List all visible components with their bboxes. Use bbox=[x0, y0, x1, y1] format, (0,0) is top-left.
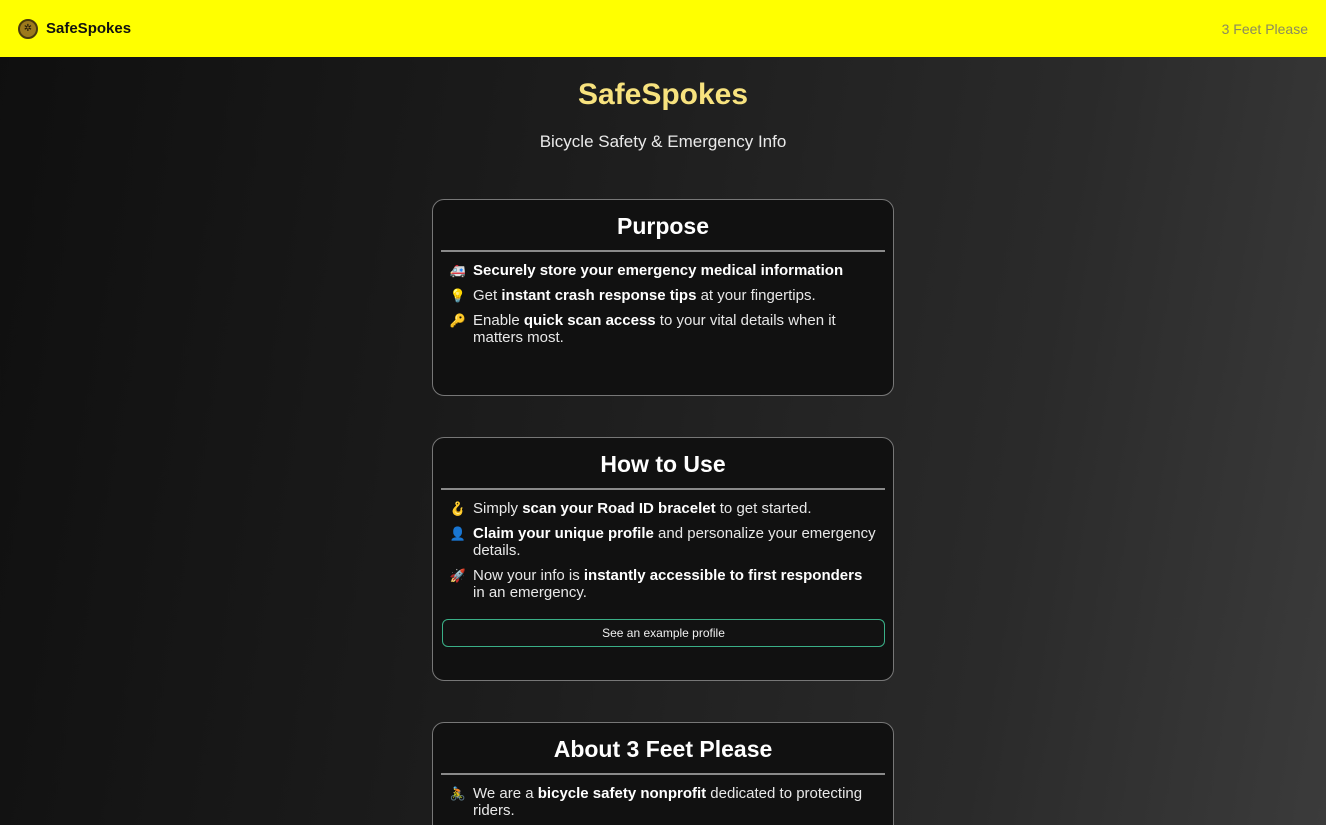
page-title: SafeSpokes bbox=[577, 78, 749, 111]
brand-link[interactable]: ✲ SafeSpokes bbox=[18, 18, 132, 39]
list-item: 🚑 Securely store your emergency medical … bbox=[449, 262, 844, 279]
list-item: 🪝 Simply scan your Road ID bracelet to g… bbox=[449, 500, 812, 517]
how-to-use-card-title: How to Use bbox=[441, 438, 885, 490]
cyclist-icon: 🚴 bbox=[449, 786, 467, 801]
top-nav-bar: ✲ SafeSpokes 3 Feet Please bbox=[0, 0, 1326, 57]
about-list: 🚴 We are a bicycle safety nonprofit dedi… bbox=[443, 785, 883, 819]
brand-name: SafeSpokes bbox=[46, 20, 132, 37]
see-example-profile-button[interactable]: See an example profile bbox=[442, 619, 885, 647]
list-item: 🔑 Enable quick scan access to your vital… bbox=[449, 312, 836, 346]
purpose-list: 🚑 Securely store your emergency medical … bbox=[443, 262, 883, 346]
purpose-card-title: Purpose bbox=[441, 200, 885, 252]
list-item: 🚴 We are a bicycle safety nonprofit dedi… bbox=[449, 785, 863, 819]
how-to-use-list: 🪝 Simply scan your Road ID bracelet to g… bbox=[443, 500, 883, 601]
hook-icon: 🪝 bbox=[449, 501, 467, 516]
lightbulb-icon: 💡 bbox=[449, 288, 467, 303]
key-icon: 🔑 bbox=[449, 313, 467, 328]
list-item: 👤 Claim your unique profile and personal… bbox=[449, 525, 876, 559]
nav-link-3-feet-please[interactable]: 3 Feet Please bbox=[1222, 21, 1308, 37]
list-item: 💡 Get instant crash response tips at you… bbox=[449, 287, 816, 304]
bicycle-logo-icon: ✲ bbox=[18, 18, 38, 39]
how-to-use-card: How to Use 🪝 Simply scan your Road ID br… bbox=[432, 437, 894, 681]
about-card: About 3 Feet Please 🚴 We are a bicycle s… bbox=[432, 722, 894, 825]
list-item: 🚀 Now your info is instantly accessible … bbox=[449, 567, 863, 601]
purpose-card: Purpose 🚑 Securely store your emergency … bbox=[432, 199, 894, 396]
ambulance-icon: 🚑 bbox=[449, 263, 467, 278]
rocket-icon: 🚀 bbox=[449, 568, 467, 583]
page-subtitle: Bicycle Safety & Emergency Info bbox=[539, 132, 787, 151]
about-card-title: About 3 Feet Please bbox=[441, 723, 885, 775]
person-icon: 👤 bbox=[449, 526, 467, 541]
